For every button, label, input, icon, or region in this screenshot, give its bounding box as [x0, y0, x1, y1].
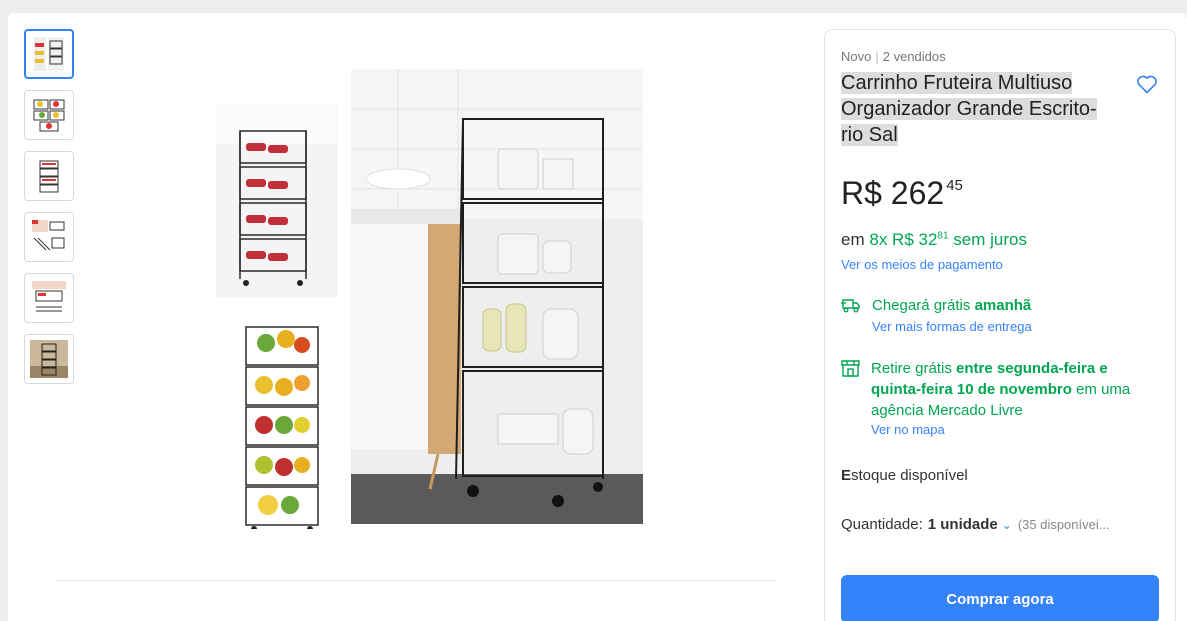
product-image[interactable] [198, 69, 658, 532]
thumbnail-2[interactable] [24, 90, 74, 140]
favorite-button[interactable] [1135, 72, 1161, 98]
buy-now-button[interactable]: Comprar agora [841, 575, 1159, 621]
sold-count: 2 vendidos [882, 49, 946, 64]
condition-label: Novo [841, 49, 872, 64]
pickup-map-link[interactable]: Ver no mapa [871, 422, 1141, 437]
installments-suffix: sem juros [953, 230, 1027, 249]
chevron-down-icon[interactable]: ⌄ [1002, 518, 1012, 532]
title-line-1: Carrinho Fruteira Multiuso [841, 72, 1073, 94]
price-integer: R$ 262 [841, 175, 945, 211]
product-subtitle: Novo | 2 vendidos [841, 49, 946, 64]
shipping-date: amanhã [974, 297, 1032, 314]
stock-first-letter: E [841, 467, 852, 484]
pickup-pre: Retire grátis [871, 360, 952, 377]
price: R$ 262 45 [841, 175, 963, 212]
stock-status: Estoque disponível [841, 467, 968, 484]
installments: em 8x R$ 3281 sem juros [841, 230, 1027, 250]
thumbnail-5[interactable] [24, 273, 74, 323]
thumbnail-list [24, 29, 74, 395]
installments-prefix: em [841, 230, 865, 249]
title-line-3: rio Sal [841, 124, 898, 146]
quantity-available: (35 disponívei... [1017, 517, 1110, 532]
quantity-label: Quantidade: [841, 516, 923, 533]
quantity-selector[interactable]: Quantidade: 1 unidade ⌄ (35 disponívei..… [841, 516, 1110, 533]
pickup-day-number: 10 [956, 381, 974, 398]
installments-value: 8x R$ 32 [869, 230, 938, 249]
stock-rest: stoque disponível [851, 467, 968, 484]
thumbnail-1[interactable] [24, 29, 74, 79]
thumbnail-6[interactable] [24, 334, 74, 384]
truck-icon [841, 299, 860, 313]
thumbnail-3[interactable] [24, 151, 74, 201]
product-card: Novo | 2 vendidos Carrinho Fruteira Multiu… [8, 13, 1187, 621]
quantity-value[interactable]: 1 unidade [928, 516, 998, 533]
thumbnail-4[interactable] [24, 212, 74, 262]
shipping-info: Chegará grátis amanhã Ver mais formas de… [841, 295, 1161, 334]
pickup-month: de novembro [977, 381, 1072, 398]
installments-cents: 81 [937, 230, 949, 242]
product-title: Carrinho Fruteira Multiuso Organizador G… [841, 70, 1127, 148]
shipping-text: Chegará grátis [872, 297, 971, 314]
shipping-options-link[interactable]: Ver mais formas de entrega [872, 319, 1161, 334]
payment-methods-link[interactable]: Ver os meios de pagamento [841, 257, 1003, 272]
heart-icon [1137, 75, 1157, 94]
pickup-info: Retire grátis entre segunda-feira e quin… [841, 358, 1141, 437]
title-line-2: Organizador Grande Escrito- [841, 98, 1097, 120]
price-cents: 45 [946, 177, 963, 194]
store-icon [841, 360, 860, 377]
gallery-divider [57, 580, 777, 581]
buy-box: Novo | 2 vendidos Carrinho Fruteira Multiu… [824, 29, 1176, 621]
